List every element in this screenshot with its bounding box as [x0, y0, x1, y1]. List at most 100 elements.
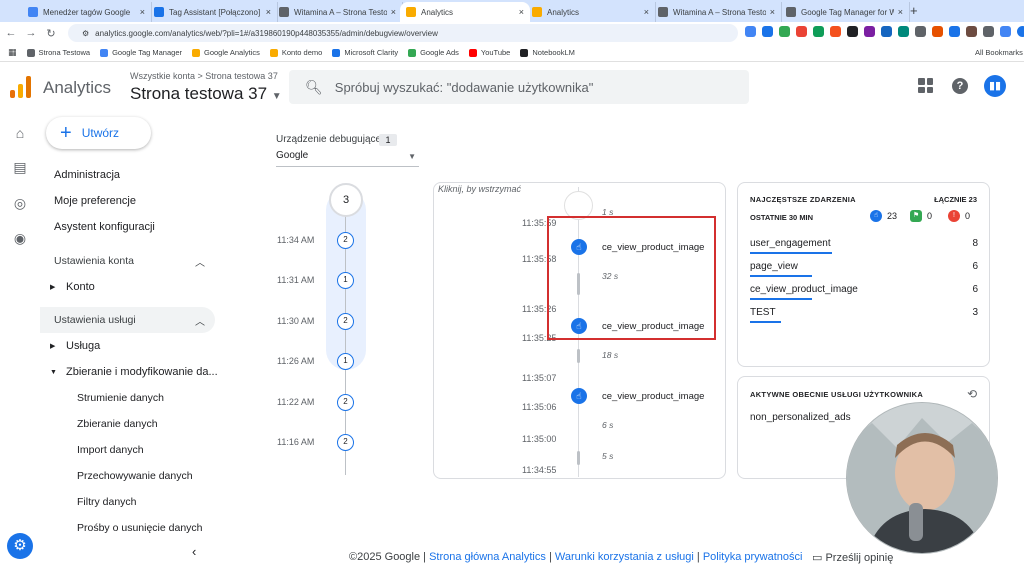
extension-icon[interactable] — [881, 26, 892, 37]
extension-icon[interactable] — [966, 26, 977, 37]
all-bookmarks[interactable]: All Bookmarks — [975, 48, 1023, 57]
browser-tab[interactable]: Analytics × — [526, 2, 656, 22]
top-event-row[interactable]: TEST 3 — [750, 307, 978, 329]
extension-icon[interactable] — [779, 26, 790, 37]
nav-item-deletion-requests[interactable]: Prośby o usunięcie danych — [77, 522, 203, 534]
close-icon[interactable]: × — [519, 7, 524, 17]
nav-item-setup-assistant[interactable]: Asystent konfiguracji — [54, 221, 155, 233]
bookmark-item[interactable]: Strona Testowa — [26, 48, 90, 57]
extension-icon[interactable] — [830, 26, 841, 37]
extension-icon[interactable] — [915, 26, 926, 37]
nav-item-service[interactable]: ▶ Usługa — [50, 340, 100, 352]
minute-event-count[interactable]: 1 — [337, 272, 354, 289]
close-icon[interactable]: × — [266, 7, 271, 17]
extension-icon[interactable] — [983, 26, 994, 37]
collapse-nav-icon[interactable]: ‹ — [192, 544, 196, 559]
breadcrumb[interactable]: Wszystkie konta > Strona testowa 37 — [130, 71, 278, 81]
nav-item-data-streams[interactable]: Strumienie danych — [77, 392, 164, 404]
footer-link-home[interactable]: Strona główna Analytics — [429, 551, 546, 563]
minute-event-count[interactable]: 2 — [337, 394, 354, 411]
forward-icon[interactable]: → — [22, 27, 40, 39]
site-info-icon[interactable]: ⚙ — [82, 29, 89, 38]
close-icon[interactable]: × — [644, 7, 649, 17]
nav-item-data-import[interactable]: Import danych — [77, 444, 144, 456]
nav-item-data-retention[interactable]: Przechowywanie danych — [77, 470, 193, 482]
reload-icon[interactable]: ↻ — [42, 27, 60, 40]
event-count-blue[interactable]: ☝ 23 — [870, 210, 897, 222]
debug-device-select[interactable]: Google ▼ — [276, 150, 419, 167]
nav-item-data-collection[interactable]: ▼ Zbieranie i modyfikowanie da... — [50, 366, 218, 378]
history-icon[interactable]: ⟲ — [967, 387, 977, 401]
explore-icon[interactable]: ◎ — [11, 194, 29, 212]
new-tab-button[interactable]: + — [910, 3, 918, 18]
extension-icon[interactable] — [813, 26, 824, 37]
bookmark-item[interactable]: Google Tag Manager — [100, 48, 182, 57]
pause-hint[interactable]: Kliknij, by wstrzymać — [438, 184, 521, 194]
browser-tab[interactable]: Tag Assistant [Połączono] × — [148, 2, 278, 22]
reports-icon[interactable]: ▤ — [11, 158, 29, 176]
apps-icon[interactable]: ▦ — [8, 47, 17, 58]
property-selector[interactable]: Strona testowa 37 ▼ — [130, 84, 282, 104]
browser-tab[interactable]: Analytics × — [400, 2, 530, 22]
settings-gear-icon[interactable]: ⚙ — [7, 533, 33, 559]
bookmark-item[interactable]: Google Ads — [408, 48, 459, 57]
bookmark-item[interactable]: Konto demo — [269, 48, 322, 57]
extension-icon[interactable] — [762, 26, 773, 37]
bookmark-item[interactable]: NotebookLM — [520, 48, 575, 57]
event-touch-icon[interactable]: ☝ — [571, 388, 587, 404]
help-icon[interactable]: ? — [952, 78, 968, 94]
nav-item-data-filters[interactable]: Filtry danych — [77, 496, 137, 508]
create-button[interactable]: + Utwórz — [46, 117, 151, 149]
browser-tab[interactable]: Google Tag Manager for Word × — [780, 2, 910, 22]
extension-icon[interactable] — [1000, 26, 1011, 37]
footer-link-privacy[interactable]: Polityka prywatności — [703, 551, 803, 563]
analytics-logo-icon[interactable] — [10, 76, 32, 98]
app-grid-icon[interactable] — [918, 78, 933, 93]
minute-event-count[interactable]: 2 — [337, 232, 354, 249]
home-icon[interactable]: ⌂ — [11, 124, 29, 142]
event-count-orange[interactable]: ! 0 — [948, 210, 970, 222]
minute-event-count[interactable]: 2 — [337, 434, 354, 451]
bookmark-item[interactable]: Google Analytics — [192, 48, 260, 57]
extension-icon[interactable] — [864, 26, 875, 37]
extension-icon[interactable] — [949, 26, 960, 37]
minute-event-count[interactable]: 2 — [337, 313, 354, 330]
minutes-current-count[interactable]: 3 — [329, 183, 363, 217]
bookmark-item[interactable]: YouTube — [468, 48, 510, 57]
bookmark-item[interactable]: Microsoft Clarity — [332, 48, 398, 57]
top-event-row[interactable]: user_engagement 8 — [750, 238, 978, 260]
extension-icon[interactable] — [932, 26, 943, 37]
nav-item-data-collection-settings[interactable]: Zbieranie danych — [77, 418, 158, 430]
extension-icon[interactable] — [745, 26, 756, 37]
extension-icon[interactable] — [796, 26, 807, 37]
minute-event-count[interactable]: 1 — [337, 353, 354, 370]
top-event-row[interactable]: ce_view_product_image 6 — [750, 284, 978, 306]
browser-tab[interactable]: Menedżer tagów Google × — [22, 2, 152, 22]
feedback-button[interactable]: ▭ Prześlij opinię — [812, 551, 893, 564]
extension-icon[interactable] — [898, 26, 909, 37]
close-icon[interactable]: × — [391, 7, 396, 17]
advertising-icon[interactable]: ◉ — [11, 229, 29, 247]
user-property-item[interactable]: non_personalized_ads — [750, 412, 851, 423]
nav-item-admin[interactable]: Administracja — [54, 169, 120, 181]
nav-item-account[interactable]: ▶ Konto — [50, 281, 95, 293]
extension-icon[interactable] — [847, 26, 858, 37]
close-icon[interactable]: × — [140, 7, 145, 17]
close-icon[interactable]: × — [770, 7, 775, 17]
close-icon[interactable]: × — [898, 7, 903, 17]
search-bar[interactable]: 🔍︎ Spróbuj wyszukać: "dodawanie użytkown… — [289, 70, 749, 104]
event-count-green[interactable]: ⚑ 0 — [910, 210, 932, 222]
address-bar[interactable]: ⚙ analytics.google.com/analytics/web/?pl… — [68, 24, 738, 42]
footer-link-terms[interactable]: Warunki korzystania z usługi — [555, 551, 694, 563]
back-icon[interactable]: ← — [2, 27, 20, 39]
app-title[interactable]: Analytics — [43, 78, 111, 98]
account-avatar[interactable]: ▮▮ — [984, 75, 1006, 97]
nav-item-preferences[interactable]: Moje preferencje — [54, 195, 136, 207]
browser-tab[interactable]: Witamina A – Strona Testowa × — [273, 2, 403, 22]
section-account-settings[interactable]: Ustawienia konta ︿ — [40, 248, 215, 274]
top-event-row[interactable]: page_view 6 — [750, 261, 978, 283]
profile-avatar-icon[interactable] — [1017, 26, 1024, 37]
section-service-settings[interactable]: Ustawienia usługi ︿ — [40, 307, 215, 333]
stream-event[interactable]: ce_view_product_image — [602, 391, 704, 402]
browser-tab[interactable]: Witamina A – Strona Testowa × — [652, 2, 782, 22]
